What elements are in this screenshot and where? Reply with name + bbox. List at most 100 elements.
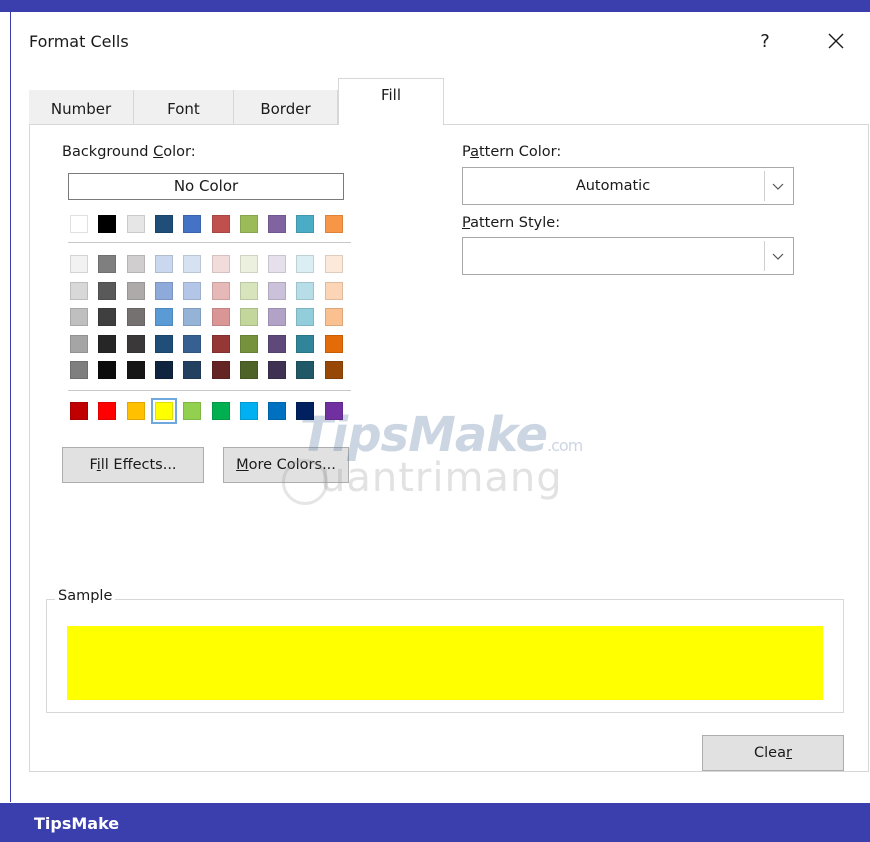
theme-color-swatch[interactable] — [70, 361, 88, 379]
theme-color-swatch[interactable] — [98, 255, 117, 273]
help-button[interactable]: ? — [753, 29, 777, 55]
theme-color-swatch[interactable] — [98, 361, 117, 379]
color-swatch[interactable] — [211, 215, 230, 233]
standard-color-swatch[interactable] — [324, 402, 343, 420]
theme-color-swatch[interactable] — [126, 334, 145, 353]
tab-number[interactable]: Number — [29, 90, 134, 124]
theme-color-swatch[interactable] — [183, 281, 202, 300]
palette-divider — [68, 242, 351, 243]
theme-color-swatch[interactable] — [126, 255, 145, 273]
chevron-down-icon[interactable] — [764, 171, 791, 201]
clear-button[interactable]: Clear — [702, 735, 844, 771]
pattern-color-label: Pattern Color: — [462, 144, 562, 160]
theme-color-swatch[interactable] — [183, 255, 202, 273]
color-swatch[interactable] — [239, 215, 258, 233]
theme-color-swatch[interactable] — [154, 281, 173, 300]
theme-color-swatch[interactable] — [268, 281, 287, 300]
color-swatch[interactable] — [324, 215, 343, 233]
close-icon[interactable] — [821, 26, 851, 56]
tab-border[interactable]: Border — [234, 90, 338, 124]
standard-color-swatch[interactable] — [296, 402, 315, 420]
pattern-color-dropdown[interactable]: Automatic — [462, 167, 794, 205]
theme-color-swatch[interactable] — [98, 334, 117, 353]
theme-color-swatch[interactable] — [211, 281, 230, 300]
theme-color-swatch[interactable] — [239, 255, 258, 273]
theme-color-swatch[interactable] — [239, 281, 258, 300]
background-color-label: Background Color: — [62, 144, 196, 160]
standard-color-swatch[interactable] — [211, 402, 230, 420]
theme-color-swatch[interactable] — [126, 281, 145, 300]
theme-color-swatch[interactable] — [268, 255, 287, 273]
theme-color-swatch[interactable] — [70, 255, 88, 273]
watermark-subtext: uantrimang — [320, 455, 563, 501]
theme-color-swatch[interactable] — [296, 308, 315, 326]
standard-color-swatch[interactable] — [268, 402, 287, 420]
fill-effects-button[interactable]: Fill Effects... — [62, 447, 204, 483]
color-swatch[interactable] — [268, 215, 287, 233]
theme-color-swatch[interactable] — [154, 361, 173, 379]
theme-color-swatch[interactable] — [154, 255, 173, 273]
theme-color-swatch[interactable] — [70, 281, 88, 300]
theme-color-swatch[interactable] — [98, 281, 117, 300]
title-bar: Format Cells ? — [11, 12, 870, 67]
standard-color-swatch[interactable] — [183, 402, 202, 420]
color-swatch[interactable] — [126, 215, 145, 233]
color-swatch[interactable] — [70, 215, 88, 233]
theme-color-swatch[interactable] — [296, 334, 315, 353]
theme-color-swatch[interactable] — [154, 334, 173, 353]
theme-color-swatch[interactable] — [183, 334, 202, 353]
theme-color-swatch[interactable] — [183, 308, 202, 326]
tab-fill[interactable]: Fill — [338, 78, 444, 125]
theme-color-swatch[interactable] — [211, 361, 230, 379]
color-swatch[interactable] — [183, 215, 202, 233]
standard-color-swatch[interactable] — [239, 402, 258, 420]
dialog-title: Format Cells — [29, 32, 129, 51]
more-colors-button[interactable]: More Colors... — [223, 447, 349, 483]
standard-color-swatch[interactable] — [98, 402, 117, 420]
chevron-down-icon[interactable] — [764, 241, 791, 271]
tab-font[interactable]: Font — [134, 90, 234, 124]
standard-color-swatch[interactable] — [150, 398, 177, 424]
theme-color-swatch[interactable] — [296, 361, 315, 379]
theme-color-swatch[interactable] — [239, 308, 258, 326]
theme-color-swatch[interactable] — [268, 308, 287, 326]
fill-panel: Background Color: No Color Fill Effects.… — [29, 124, 869, 772]
palette-divider — [68, 390, 351, 391]
theme-color-swatch[interactable] — [70, 308, 88, 326]
color-swatch[interactable] — [154, 215, 173, 233]
sample-label: Sample — [55, 588, 116, 604]
theme-color-swatch[interactable] — [211, 308, 230, 326]
window-accent-top — [0, 0, 870, 12]
theme-color-swatch[interactable] — [183, 361, 202, 379]
theme-color-swatch[interactable] — [268, 334, 287, 353]
theme-color-swatch[interactable] — [70, 334, 88, 353]
theme-color-swatch[interactable] — [324, 308, 343, 326]
theme-color-swatch[interactable] — [296, 255, 315, 273]
format-cells-dialog: Format Cells ? Number Font Border Fill B… — [10, 12, 870, 817]
color-swatch[interactable] — [296, 215, 315, 233]
sample-preview — [67, 626, 823, 700]
no-color-button[interactable]: No Color — [68, 173, 344, 200]
theme-color-swatch[interactable] — [239, 334, 258, 353]
theme-color-swatch[interactable] — [211, 334, 230, 353]
footer-brand: TipsMake — [34, 814, 120, 833]
theme-color-swatch[interactable] — [324, 361, 343, 379]
theme-color-swatch[interactable] — [296, 281, 315, 300]
theme-color-swatch[interactable] — [268, 361, 287, 379]
theme-color-swatch[interactable] — [98, 308, 117, 326]
standard-color-swatch[interactable] — [126, 402, 145, 420]
sample-group: Sample — [46, 588, 844, 713]
theme-color-swatch[interactable] — [126, 308, 145, 326]
color-swatch[interactable] — [98, 215, 117, 233]
theme-color-swatch[interactable] — [239, 361, 258, 379]
theme-color-swatch[interactable] — [211, 255, 230, 273]
standard-color-swatch[interactable] — [70, 402, 88, 420]
tab-strip: Number Font Border Fill — [29, 78, 447, 125]
theme-color-swatch[interactable] — [324, 281, 343, 300]
pattern-color-value: Automatic — [575, 178, 651, 194]
pattern-style-dropdown[interactable] — [462, 237, 794, 275]
theme-color-swatch[interactable] — [126, 361, 145, 379]
theme-color-swatch[interactable] — [324, 255, 343, 273]
theme-color-swatch[interactable] — [154, 308, 173, 326]
theme-color-swatch[interactable] — [324, 334, 343, 353]
